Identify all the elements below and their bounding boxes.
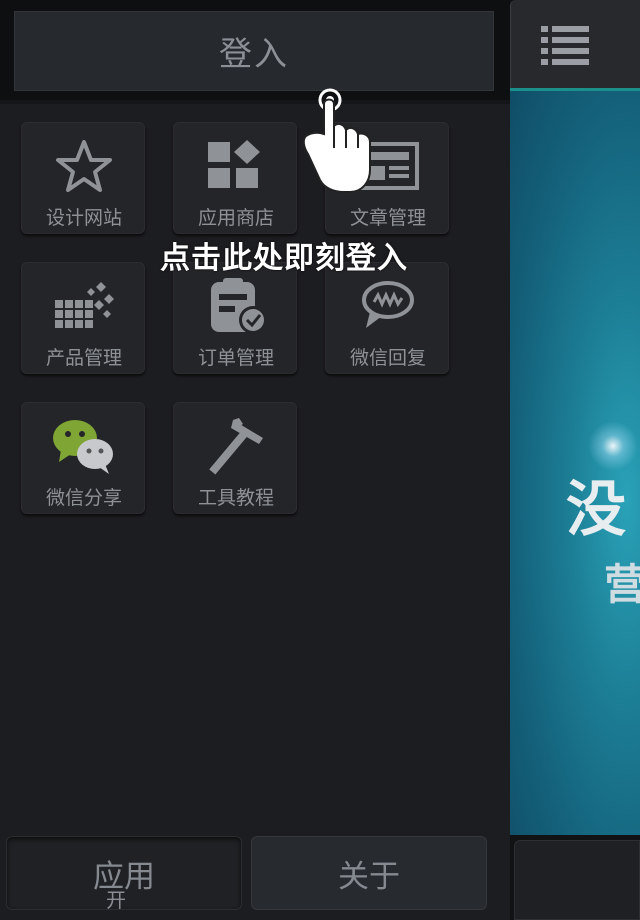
side-drawer: 登入 设计网站 应用商店 文章管理 产品管理 订单管理 微信回复 微信分享 工具… — [0, 0, 510, 920]
divider — [0, 100, 510, 104]
app-tile-app-store[interactable]: 应用商店 — [173, 122, 297, 234]
app-tile-label: 产品管理 — [45, 347, 122, 369]
app-tile-tool-tutorial[interactable]: 工具教程 — [173, 402, 297, 514]
app-tile-wechat-share[interactable]: 微信分享 — [21, 402, 145, 514]
app-tile-design-site[interactable]: 设计网站 — [21, 122, 145, 234]
main-bottom-bar[interactable] — [514, 840, 640, 920]
app-tile-label: 应用商店 — [197, 207, 274, 229]
hero-banner: 没 营 — [510, 91, 640, 835]
app-tile-product-mgmt[interactable]: 产品管理 — [21, 262, 145, 374]
chat-bubble-icon — [326, 275, 450, 337]
main-topbar — [510, 0, 640, 88]
app-tile-order-mgmt[interactable]: 订单管理 — [173, 262, 297, 374]
app-tile-label: 订单管理 — [197, 347, 274, 369]
app-tile-label: 文章管理 — [349, 207, 426, 229]
login-hint-text: 点击此处即刻登入 — [160, 241, 408, 276]
app-tile-label: 工具教程 — [197, 487, 274, 509]
pointing-hand-icon — [290, 82, 380, 202]
menu-list-icon[interactable] — [541, 24, 589, 66]
app-tile-label: 设计网站 — [45, 207, 122, 229]
product-grid-icon — [22, 275, 146, 337]
login-button[interactable]: 登入 — [14, 11, 494, 91]
main-content-peek[interactable]: 没 营 — [510, 0, 640, 920]
star-icon — [22, 135, 146, 197]
app-tile-wechat-reply[interactable]: 微信回复 — [325, 262, 449, 374]
app-tile-label: 微信回复 — [349, 347, 426, 369]
login-header: 登入 — [0, 0, 510, 100]
banner-subheading: 营 — [604, 560, 640, 609]
wechat-icon — [22, 415, 146, 477]
hammer-icon — [174, 415, 298, 477]
app-tile-label: 微信分享 — [45, 487, 122, 509]
main-bottom-label: 开 — [106, 888, 126, 912]
app-store-icon — [174, 135, 298, 197]
about-tab-button[interactable]: 关于 — [251, 836, 487, 910]
banner-heading: 没 — [566, 475, 626, 545]
order-clipboard-icon — [174, 275, 298, 337]
